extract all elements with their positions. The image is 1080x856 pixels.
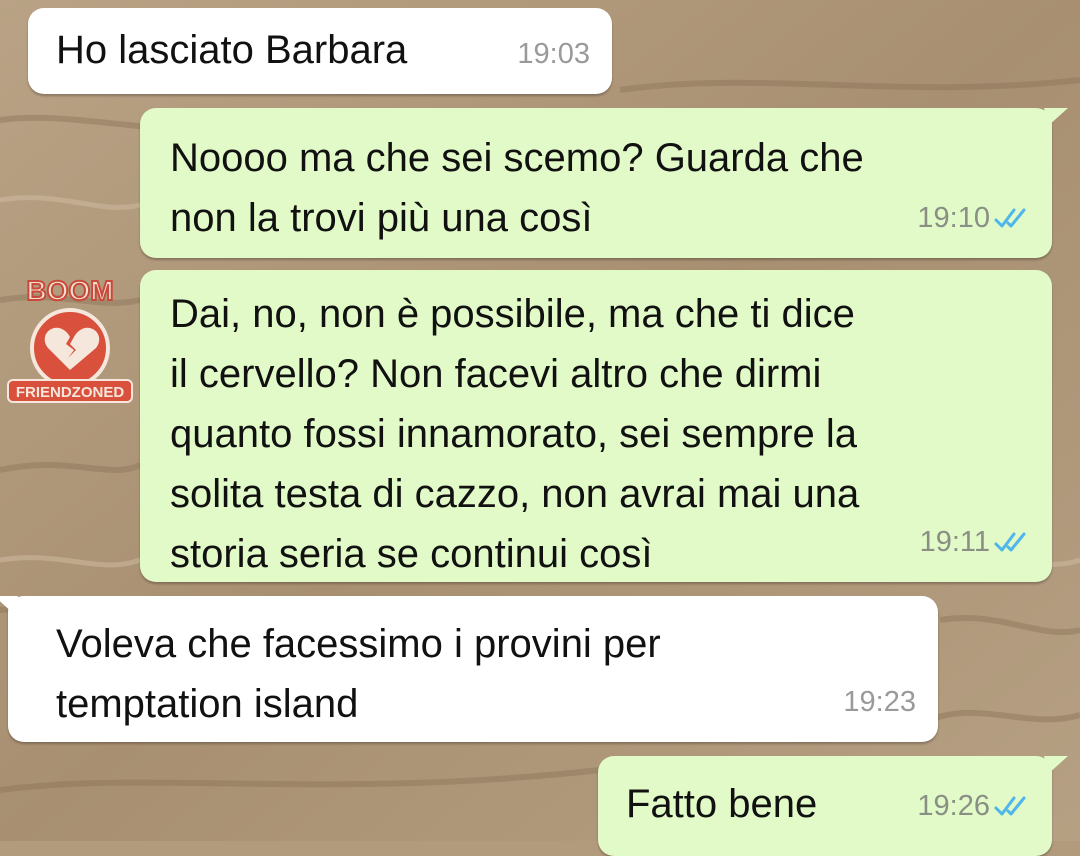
message-text: Fatto bene [626, 782, 818, 826]
message-text: Noooo ma che sei scemo? Guarda che non l… [170, 136, 864, 240]
message-time: 19:11 [919, 526, 990, 558]
message-time: 19:03 [517, 38, 590, 70]
bubble-tail [1044, 756, 1068, 774]
message-time: 19:26 [917, 790, 990, 822]
message-bubble-outgoing[interactable]: Fatto bene 19:26 [598, 756, 1068, 856]
message-bubble-outgoing[interactable]: Dai, no, non è possibile, ma che ti dice… [140, 270, 1052, 582]
message-text: Dai, no, non è possibile, ma che ti dice… [170, 292, 860, 576]
message-meta: 19:03 [517, 24, 590, 84]
message-meta: 19:23 [843, 672, 916, 732]
message-time: 19:23 [843, 686, 916, 718]
message-text: Voleva che facessimo i provini per tempt… [56, 622, 661, 726]
boom-friendzoned-logo: BOOM FRIENDZONED [4, 270, 136, 410]
message-meta: 19:10 [917, 188, 1030, 248]
message-bubble-incoming[interactable]: Ho lasciato Barbara 19:03 [28, 8, 612, 94]
logo-bottom-text: FRIENDZONED [16, 384, 125, 401]
message-time: 19:10 [917, 202, 990, 234]
read-ticks-icon [994, 532, 1026, 552]
read-ticks-icon [994, 208, 1026, 228]
bubble-tail [0, 596, 18, 614]
message-meta: 19:11 [920, 512, 1030, 572]
message-meta: 19:26 [917, 776, 1030, 836]
logo-top-text: BOOM [26, 275, 113, 306]
message-bubble-outgoing[interactable]: Noooo ma che sei scemo? Guarda che non l… [140, 108, 1068, 258]
message-bubble-incoming[interactable]: Voleva che facessimo i provini per tempt… [0, 596, 938, 742]
bubble-tail [1044, 108, 1068, 126]
read-ticks-icon [994, 796, 1026, 816]
message-text: Ho lasciato Barbara [56, 28, 408, 72]
